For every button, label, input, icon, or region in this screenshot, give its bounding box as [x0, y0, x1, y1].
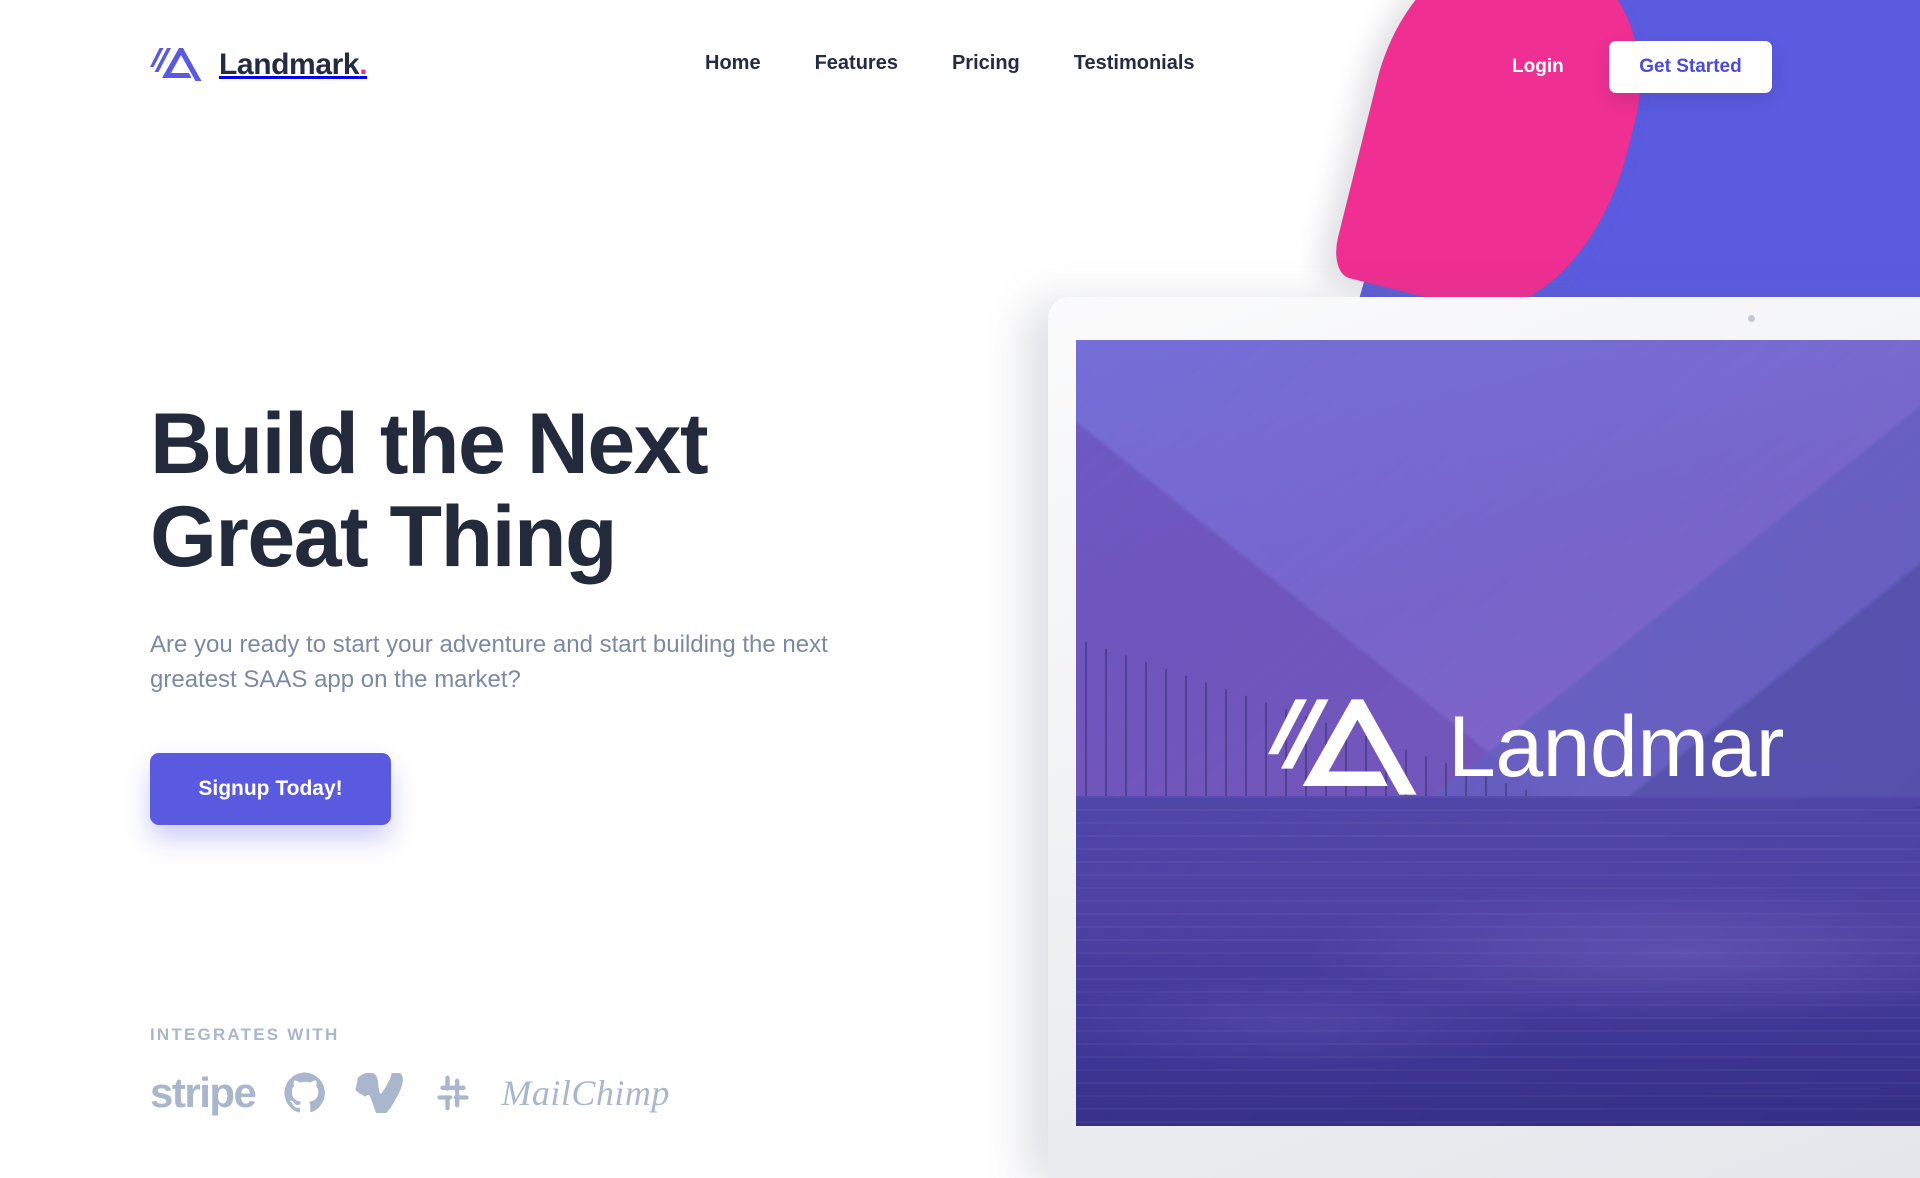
main-navigation: Home Features Pricing Testimonials	[705, 52, 1195, 75]
landmark-mountain-logo-icon	[1268, 699, 1417, 795]
hero-section: Build the Next Great Thing Are you ready…	[150, 398, 910, 826]
laptop-mockup: Landmar	[1048, 297, 1920, 1178]
nav-item-home[interactable]: Home	[705, 52, 761, 75]
nav-item-pricing[interactable]: Pricing	[952, 52, 1020, 75]
brand-name: Landmark.	[219, 47, 368, 81]
github-octocat-icon	[284, 1072, 326, 1113]
screen-brand-name: Landmar	[1448, 698, 1784, 795]
hero-title-line-2: Great Thing	[150, 488, 618, 585]
brand-logo[interactable]: Landmark.	[150, 46, 368, 83]
screen-brand-lockup: Landmar	[1268, 693, 1784, 801]
mailchimp-wordmark-icon: MailChimp	[501, 1073, 670, 1113]
hero-title-line-1: Build the Next	[150, 396, 709, 492]
landmark-mountain-logo-icon	[150, 48, 202, 81]
laptop-screen: Landmar	[1076, 340, 1920, 1126]
site-header: Landmark. Home Features Pricing Testimon…	[0, 0, 1920, 140]
login-link[interactable]: Login	[1512, 56, 1564, 78]
get-started-button[interactable]: Get Started	[1609, 41, 1772, 93]
stripe-wordmark-icon: stripe	[150, 1069, 257, 1116]
nav-item-features[interactable]: Features	[815, 52, 898, 75]
slack-hash-icon	[437, 1075, 470, 1111]
vimeo-v-icon	[355, 1073, 404, 1113]
page-title: Build the Next Great Thing	[150, 398, 910, 584]
integrations-section: INTEGRATES WITH stripe MailChimp	[150, 1025, 670, 1117]
laptop-camera-icon	[1748, 315, 1755, 322]
signup-today-button[interactable]: Signup Today!	[150, 753, 391, 826]
hero-subtitle: Are you ready to start your adventure an…	[150, 630, 828, 693]
nav-item-testimonials[interactable]: Testimonials	[1074, 52, 1195, 75]
integration-logo-row: stripe MailChimp	[150, 1069, 670, 1117]
integrations-label: INTEGRATES WITH	[150, 1025, 340, 1044]
brand-dot: .	[359, 47, 368, 81]
scene-canoe-icon	[1914, 807, 1920, 809]
